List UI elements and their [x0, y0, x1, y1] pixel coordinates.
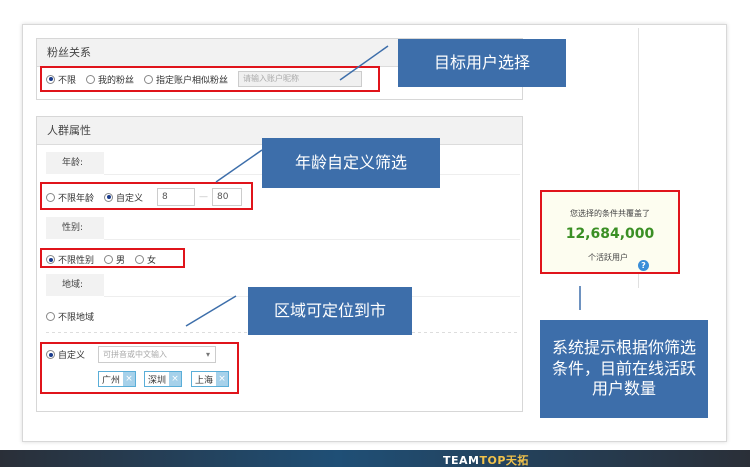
- callout-age-filter: 年龄自定义筛选: [262, 138, 440, 188]
- callout-system-tip: 系统提示根据你筛选条件，目前在线活跃用户数量: [540, 320, 708, 418]
- callout-target-user: 目标用户选择: [398, 39, 566, 87]
- footer-bar: TEAMTOP天拓: [0, 450, 750, 467]
- brand-logo: TEAMTOP天拓: [443, 454, 529, 467]
- connector-age: [215, 149, 263, 183]
- connector-region: [185, 295, 237, 327]
- callout-region: 区域可定位到市: [248, 287, 412, 335]
- connector-target-user: [339, 45, 389, 81]
